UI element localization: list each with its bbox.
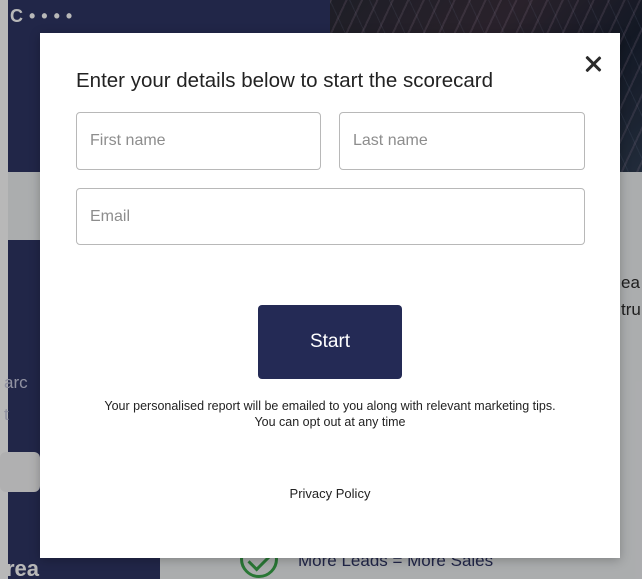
close-icon[interactable] xyxy=(580,51,606,77)
notice-line-2: You can opt out at any time xyxy=(254,414,406,429)
modal-title: Enter your details below to start the sc… xyxy=(76,69,494,92)
privacy-notice: Your personalised report will be emailed… xyxy=(40,399,620,430)
privacy-policy-link[interactable]: Privacy Policy xyxy=(40,486,620,501)
last-name-field[interactable] xyxy=(339,112,585,170)
start-button[interactable]: Start xyxy=(258,305,402,379)
notice-line-1: Your personalised report will be emailed… xyxy=(104,399,556,413)
first-name-field[interactable] xyxy=(76,112,321,170)
email-field[interactable] xyxy=(76,188,585,245)
scorecard-modal: Enter your details below to start the sc… xyxy=(40,33,620,558)
